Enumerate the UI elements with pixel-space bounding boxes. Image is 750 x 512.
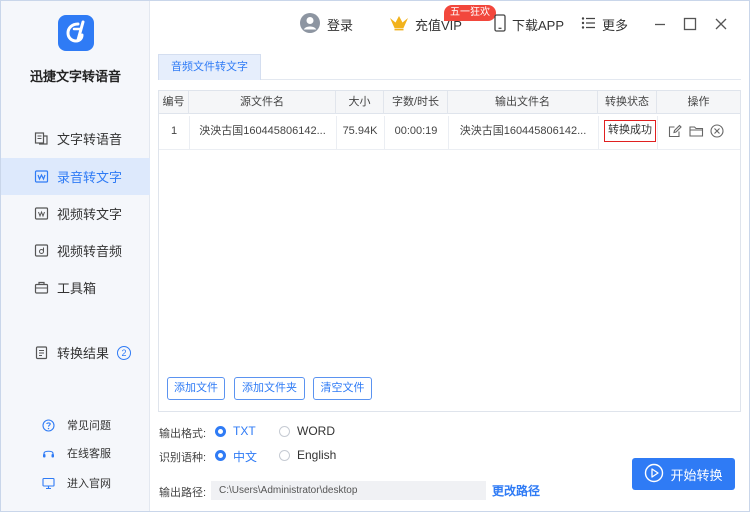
more-menu-button[interactable]: 更多 [581,13,628,35]
tab-audio-to-text[interactable]: 音频文件转文字 [158,54,261,80]
app-title: 迅捷文字转语音 [29,69,121,84]
format-word-radio[interactable] [279,426,290,437]
user-avatar-icon [299,12,321,37]
cell-index: 1 [170,125,178,137]
add-file-button[interactable]: 添加文件 [167,377,225,400]
tab-bar: 音频文件转文字 [158,54,741,80]
path-label: 输出路径: [159,487,207,499]
add-folder-button[interactable]: 添加文件夹 [234,377,305,400]
play-icon [644,463,664,486]
row-divider [598,116,599,150]
minimize-icon[interactable] [652,16,668,32]
close-icon[interactable] [713,16,729,32]
col-output: 输出文件名 [448,91,598,114]
video-audio-icon [34,243,49,258]
headset-icon [42,447,55,460]
col-index: 编号 [159,91,189,114]
edit-icon[interactable] [668,124,682,138]
lang-chinese-label[interactable]: 中文 [233,448,257,465]
sidebar-item-label: 视频转文字 [57,207,123,222]
output-path-field[interactable]: C:\Users\Administrator\desktop [211,481,486,500]
language-label: 识别语种: [159,452,207,464]
footer-item-label: 在线客服 [67,448,111,460]
cell-output: 泱泱古国160445806142... [459,125,587,137]
download-label: 下载APP [512,17,565,33]
open-folder-icon[interactable] [689,124,704,138]
results-icon [34,345,49,360]
delete-icon[interactable] [710,124,724,138]
sidebar-item-text-to-speech[interactable]: 文字转语音 [1,120,150,157]
cell-size: 75.94K [342,125,378,137]
promo-badge: 五一狂欢 [444,5,496,21]
sidebar: 迅捷文字转语音 文字转语音 录音转文字 视频转文字 视频转音频 工具箱 转换结果… [1,1,150,511]
app-window: 迅捷文字转语音 文字转语音 录音转文字 视频转文字 视频转音频 工具箱 转换结果… [0,0,750,512]
top-bar: 登录 充值VIP 五一狂欢 下载APP 更多 [151,1,749,47]
status-badge: 转换成功 [604,120,656,142]
cell-source: 泱泱古国160445806142... [199,125,326,137]
video-text-icon [34,206,49,221]
footer-item-label: 常见问题 [67,420,111,432]
footer-item-website[interactable]: 进入官网 [1,471,150,495]
question-icon [42,418,55,432]
file-table: 编号 源文件名 大小 字数/时长 输出文件名 转换状态 操作 1 泱泱古国160… [158,90,741,412]
text-speech-icon [34,131,49,146]
download-app-button[interactable]: 下载APP [494,13,564,35]
format-label: 输出格式: [159,428,207,440]
start-convert-button[interactable]: 开始转换 [632,458,735,490]
sidebar-item-video-to-audio[interactable]: 视频转音频 [1,232,150,269]
start-convert-label: 开始转换 [670,467,723,483]
app-logo-icon [58,15,94,51]
format-txt-radio[interactable] [215,426,226,437]
sidebar-item-results[interactable]: 转换结果 2 [1,334,150,371]
sidebar-item-toolbox[interactable]: 工具箱 [1,269,150,306]
cell-duration: 00:00:19 [394,125,438,137]
format-word-label[interactable]: WORD [297,424,335,438]
more-label: 更多 [602,17,629,33]
monitor-icon [42,477,55,490]
record-text-icon [34,169,49,184]
menu-icon [581,16,596,33]
footer-item-label: 进入官网 [67,478,111,490]
col-duration: 字数/时长 [384,91,448,114]
sidebar-item-record-to-text[interactable]: 录音转文字 [1,158,150,195]
sidebar-item-label: 转换结果 [57,346,110,361]
row-divider [657,116,658,150]
clear-files-button[interactable]: 清空文件 [313,377,372,400]
crown-icon [389,14,409,35]
change-path-link[interactable]: 更改路径 [492,482,540,499]
login-label: 登录 [327,17,354,33]
results-count-badge: 2 [117,345,132,360]
lang-chinese-radio[interactable] [215,450,226,461]
sidebar-item-label: 视频转音频 [57,244,123,259]
maximize-icon[interactable] [682,16,698,32]
sidebar-item-label: 文字转语音 [57,132,123,147]
lang-english-radio[interactable] [279,450,290,461]
toolbox-icon [34,280,49,295]
table-header: 编号 源文件名 大小 字数/时长 输出文件名 转换状态 操作 [159,91,740,114]
format-txt-label[interactable]: TXT [233,424,256,438]
footer-item-support[interactable]: 在线客服 [1,441,150,465]
phone-icon [494,13,506,35]
col-actions: 操作 [687,96,710,108]
footer-item-faq[interactable]: 常见问题 [1,413,150,437]
col-status: 转换状态 [598,91,657,114]
col-source: 源文件名 [189,91,336,114]
sidebar-item-label: 录音转文字 [57,170,123,185]
lang-english-label[interactable]: English [297,448,336,462]
sidebar-item-video-to-text[interactable]: 视频转文字 [1,195,150,232]
col-size: 大小 [336,91,384,114]
sidebar-item-label: 工具箱 [57,281,97,296]
login-button[interactable]: 登录 [299,12,354,37]
